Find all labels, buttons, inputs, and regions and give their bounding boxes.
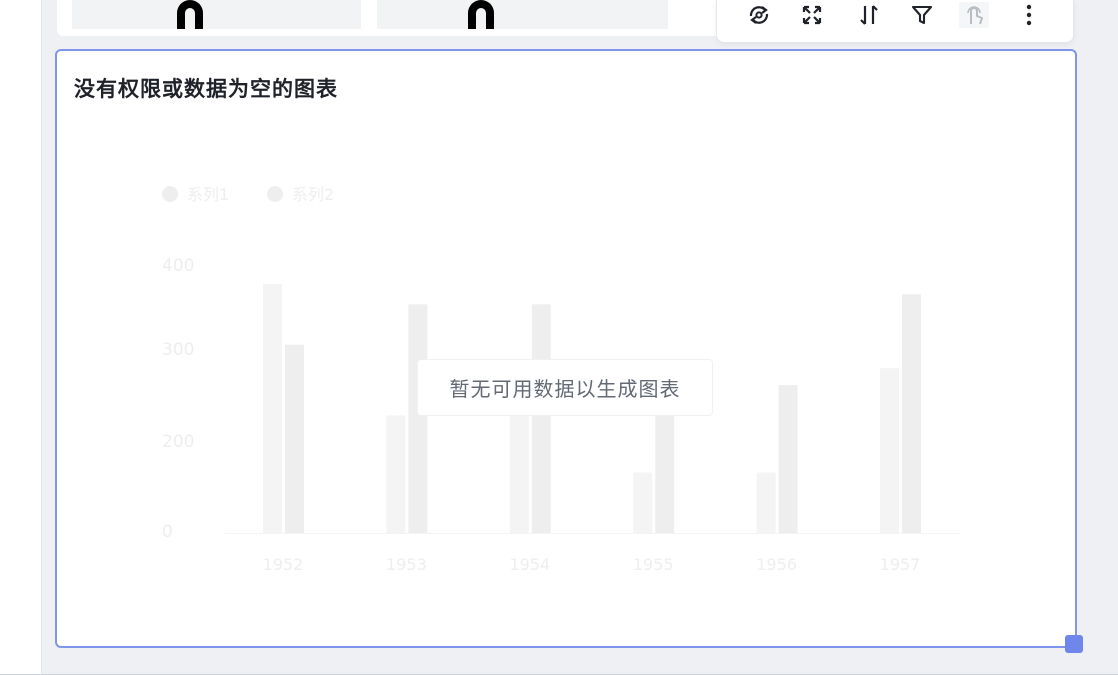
- bar-1954-series-1: [509, 415, 529, 533]
- legend-label: 系列2: [292, 185, 334, 204]
- x-axis-tick-label: 1955: [633, 555, 674, 574]
- resize-handle[interactable]: [1065, 635, 1083, 653]
- placeholder-chart: 系列1 系列2 0 200 300 400 1952 1953 1954 1955 1956 1957: [162, 185, 960, 574]
- bar-1957-series-2: [902, 294, 921, 533]
- bar-1955-series-1: [633, 472, 653, 533]
- bar-1952-series-1: [263, 284, 282, 533]
- y-axis-tick-label: 200: [162, 432, 194, 452]
- y-axis-tick-label: 0: [162, 522, 173, 542]
- empty-data-message: 暂无可用数据以生成图表: [417, 359, 713, 416]
- bar-1956-series-2: [778, 385, 798, 533]
- x-axis-tick-label: 1956: [756, 555, 797, 574]
- bar-1953-series-2: [408, 304, 428, 533]
- x-axis-tick-label: 1957: [880, 555, 921, 574]
- legend-marker: [162, 186, 178, 202]
- bar-1954-series-2: [531, 304, 551, 533]
- x-axis-tick-label: 1952: [263, 555, 304, 574]
- legend-label: 系列1: [187, 185, 229, 204]
- bar-1952-series-2: [285, 344, 304, 533]
- y-axis-tick-label: 300: [162, 340, 194, 360]
- bar-1956-series-1: [756, 472, 776, 533]
- x-axis-tick-label: 1954: [509, 555, 550, 574]
- bar-1957-series-1: [880, 368, 899, 533]
- bar-1953-series-1: [386, 415, 406, 533]
- x-axis-tick-label: 1953: [386, 555, 427, 574]
- y-axis-tick-label: 400: [162, 256, 194, 276]
- legend-marker: [267, 186, 283, 202]
